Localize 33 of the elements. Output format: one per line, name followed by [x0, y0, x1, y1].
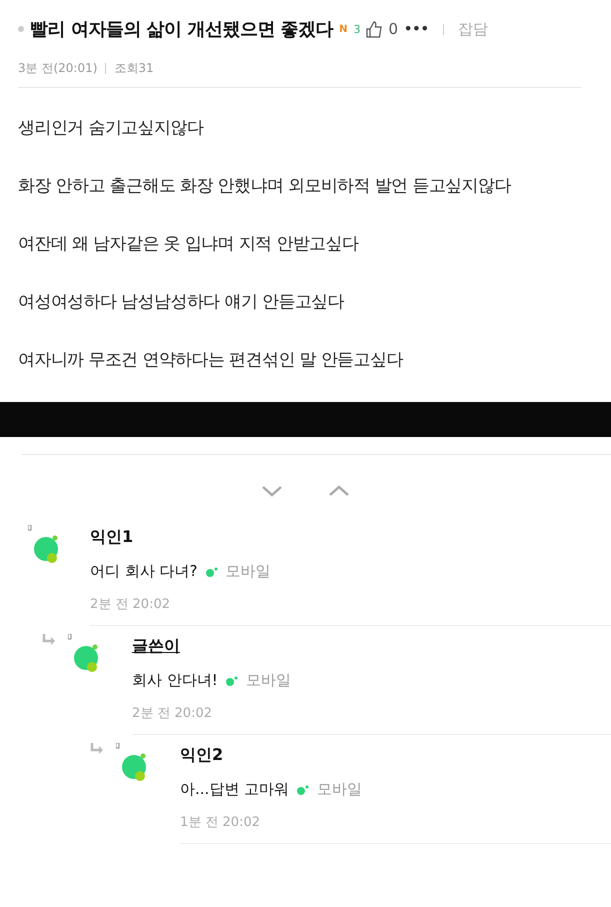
device-label: 모바일: [246, 671, 291, 690]
post-line: 여잔데 왜 남자같은 옷 입냐며 지적 안받고싶다: [18, 233, 360, 255]
nickname[interactable]: 글쓴이: [132, 636, 180, 657]
chevron-up-icon[interactable]: [328, 485, 350, 497]
reply-arrow-icon: [42, 634, 56, 646]
comment-text: 어디 회사 다녀?: [90, 562, 198, 581]
post-line: 화장 안하고 출근해도 화장 안했냐며 외모비하적 발언 듣고싶지않다: [18, 175, 512, 197]
mobile-icon: [224, 676, 239, 686]
device-label: 모바일: [317, 780, 362, 799]
device-label: 모바일: [226, 562, 270, 581]
chevron-down-icon[interactable]: [261, 485, 283, 497]
thumbs-up-icon[interactable]: [366, 20, 382, 38]
post-time: 3분 전(20:01): [18, 60, 98, 77]
comment-time: 2분 전 20:02: [90, 596, 171, 613]
comment-text: 아...답변 고마워: [180, 780, 290, 799]
post-line: 생리인거 숨기고싶지않다: [18, 117, 204, 139]
new-label: N: [339, 24, 348, 34]
more-button[interactable]: •••: [404, 22, 429, 36]
comment-time: 2분 전 20:02: [132, 705, 213, 722]
comment-time: 1분 전 20:02: [180, 814, 261, 831]
reply-arrow-icon: [90, 743, 104, 755]
comment-count: 3: [353, 22, 360, 36]
mobile-icon: [204, 566, 218, 576]
post-line: 여자니까 무조건 연약하다는 편견섞인 말 안듣고싶다: [18, 349, 404, 371]
post-title: 빨리 여자들의 삶이 개선됐으면 좋겠다: [30, 18, 334, 41]
like-count: 0: [388, 20, 398, 38]
mobile-icon: [296, 784, 310, 794]
nickname[interactable]: 익인2: [180, 745, 224, 766]
nickname[interactable]: 익인1: [90, 527, 134, 548]
view-count: 조회31: [114, 60, 154, 77]
bullet-icon: [18, 26, 24, 32]
comment-text: 회사 안다녀!: [132, 671, 218, 690]
post-line: 여성여성하다 남성남성하다 얘기 안듣고싶다: [18, 291, 346, 313]
